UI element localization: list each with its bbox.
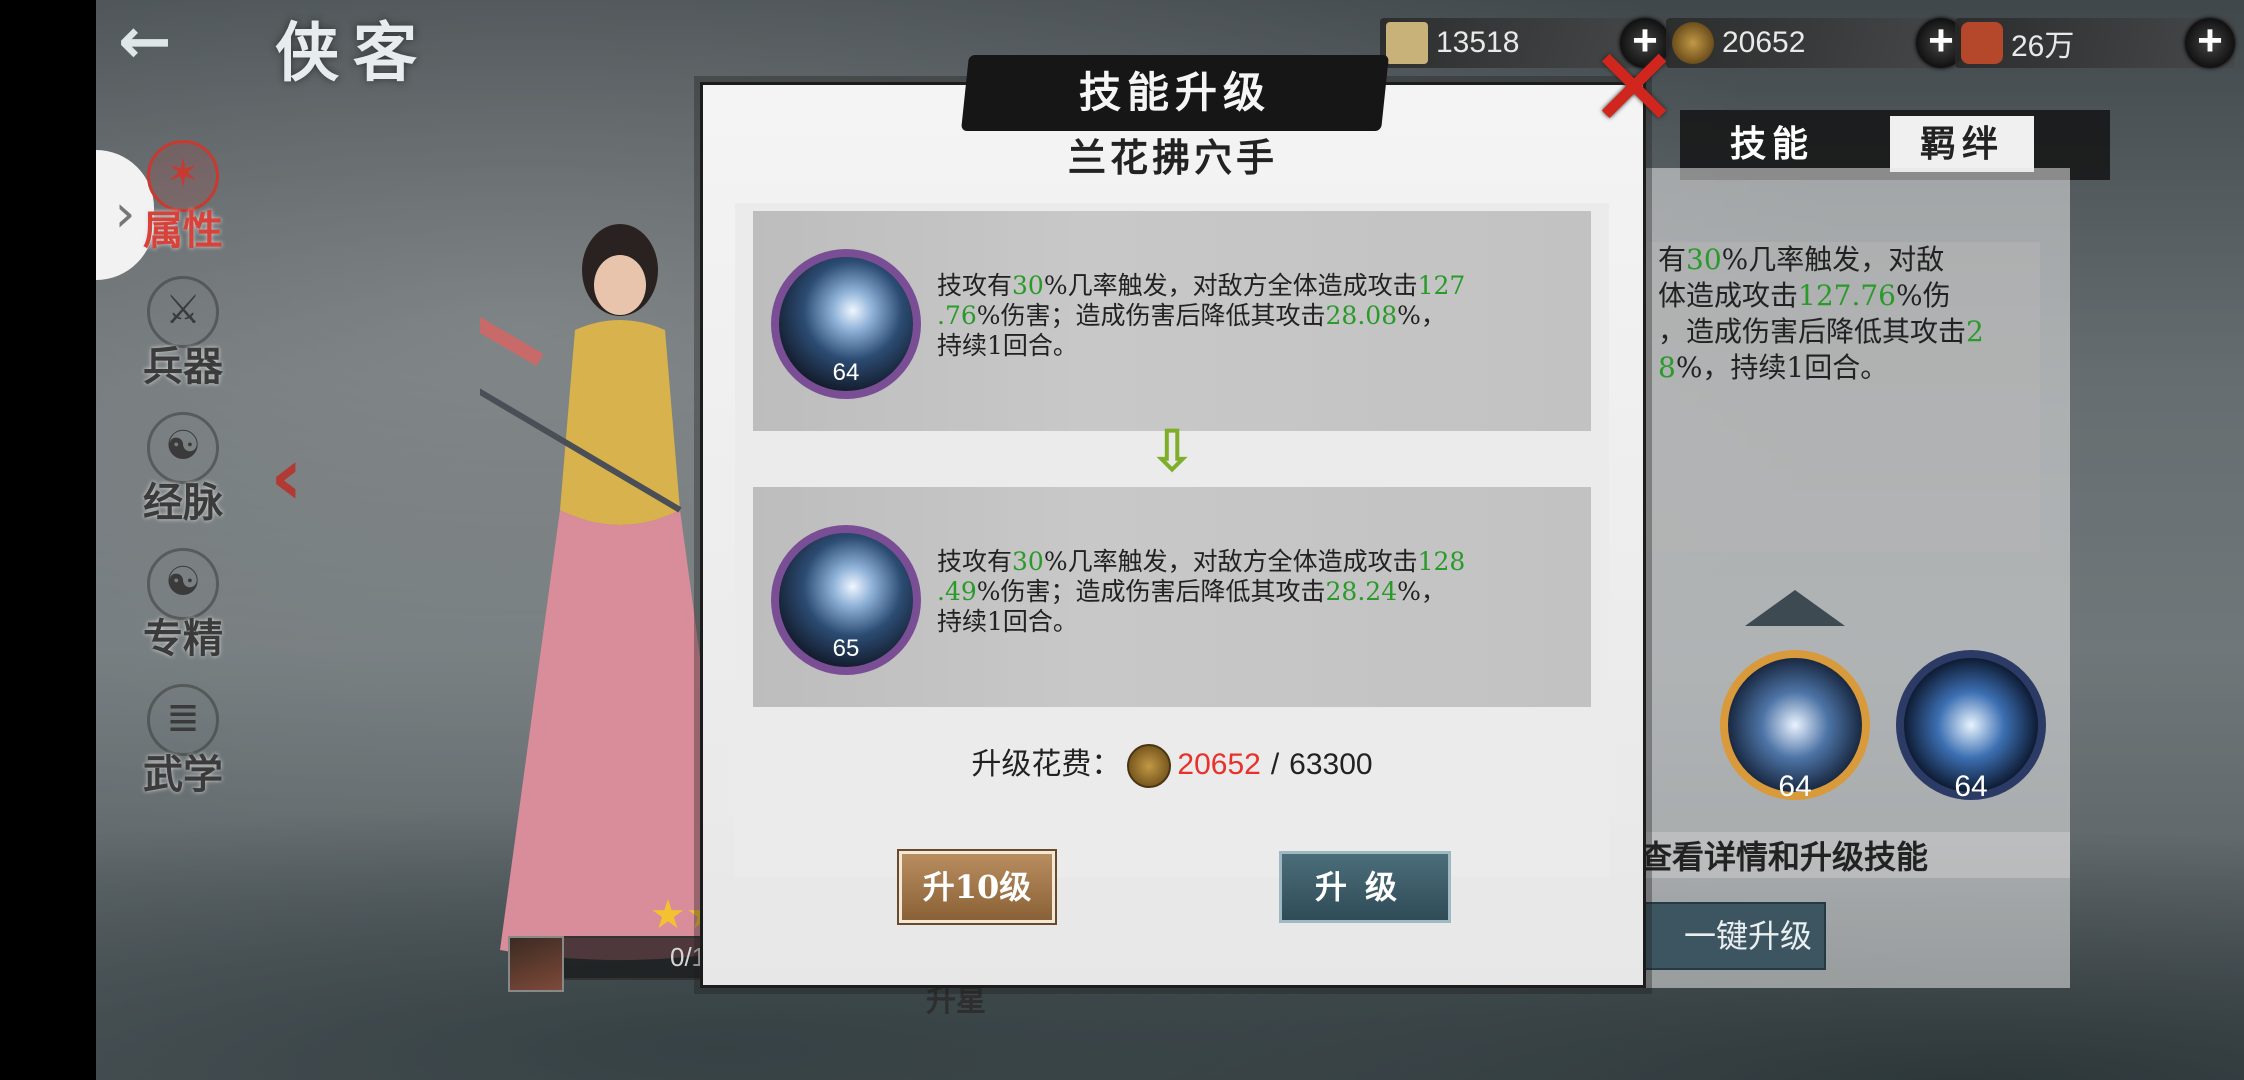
right-skill-icon[interactable]: 64 <box>1896 650 2046 803</box>
back-button[interactable]: ← <box>118 10 228 74</box>
skill-description: 技攻有30%几率触发，对敌方全体造成攻击127.76%伤害；造成伤害后降低其攻击… <box>937 271 1466 360</box>
gourd-value: 26万 <box>2011 30 2075 63</box>
skill-compare-area: 64 技攻有30%几率触发，对敌方全体造成攻击127.76%伤害；造成伤害后降低… <box>735 203 1609 877</box>
upgrade-button[interactable]: 升级 <box>1279 851 1451 923</box>
next-level-card: 65 技攻有30%几率触发，对敌方全体造成攻击128.49%伤害；造成伤害后降低… <box>753 487 1591 707</box>
tab-bonds[interactable]: 羁绊 <box>1890 116 2035 172</box>
upgrade-10-levels-button[interactable]: 升10级 <box>899 851 1055 923</box>
skill-level: 64 <box>1954 770 1988 803</box>
view-details-hint: 查看详情和升级技能 <box>1640 832 2070 878</box>
cost-separator: / <box>1270 748 1280 781</box>
coin-value: 20652 <box>1722 26 1806 59</box>
sidebar-item-label: 经脉 <box>143 479 223 526</box>
tab-skills[interactable]: 技能 <box>1730 116 1814 172</box>
sidebar-item-label: 武学 <box>143 751 223 798</box>
sidebar-item-meridian[interactable]: ☯ 经脉 <box>128 412 238 526</box>
page-title: 侠客 <box>275 16 431 91</box>
upgrade-cost-row: 升级花费： 20652 / 63300 <box>735 739 1609 788</box>
cost-need: 63300 <box>1289 748 1373 781</box>
current-level-card: 64 技攻有30%几率触发，对敌方全体造成攻击127.76%伤害；造成伤害后降低… <box>753 211 1591 431</box>
sidebar-item-label: 专精 <box>143 615 223 662</box>
resource-gourd: 26万 + <box>1955 18 2235 68</box>
skill-level: 65 <box>832 635 860 662</box>
selected-skill-caret <box>1745 590 1845 626</box>
right-skill-icon-selected[interactable]: 64 <box>1720 650 1870 803</box>
skill-upgrade-dialog: 技能升级 ✕ 兰花拂穴手 64 技攻有30%几率触发，对敌方全体造成攻击127.… <box>700 33 1680 988</box>
back-arrow-icon: ← <box>118 5 172 79</box>
down-arrow-icon: ⇩ <box>1147 417 1197 485</box>
close-button[interactable]: ✕ <box>1588 33 1680 143</box>
skill-description: 技攻有30%几率触发，对敌方全体造成攻击128.49%伤害；造成伤害后降低其攻击… <box>937 547 1466 636</box>
sidebar-item-martial-arts[interactable]: ≣ 武学 <box>128 684 238 798</box>
skill-level: 64 <box>1778 770 1812 803</box>
silver-ingot-icon <box>1386 22 1428 64</box>
dialog-title: 技能升级 <box>1078 68 1271 117</box>
right-skill-description: 有30%几率触发，对敌 体造成攻击127.76%伤 ，造成伤害后降低其攻击2 8… <box>1646 242 2040 552</box>
skill-level: 64 <box>832 359 860 386</box>
prev-character-arrow[interactable]: ‹ <box>270 430 303 523</box>
orchid-skill-icon: 65 <box>771 525 921 675</box>
sidebar-item-weapon[interactable]: ⚔ 兵器 <box>128 276 238 390</box>
skill-name: 兰花拂穴手 <box>1067 135 1278 180</box>
sidebar-item-mastery[interactable]: ☯ 专精 <box>128 548 238 662</box>
one-key-upgrade-button[interactable]: 一键升级 <box>1640 902 1826 970</box>
cost-label: 升级花费： <box>971 747 1122 782</box>
red-pouch-icon <box>1961 22 2003 64</box>
sidebar-item-label: 属性 <box>143 207 223 254</box>
character-avatar <box>508 936 564 992</box>
orchid-skill-icon: 64 <box>771 249 921 399</box>
sidebar-item-attributes[interactable]: ✶ 属性 <box>128 140 238 254</box>
add-gourd-button[interactable]: + <box>2185 18 2235 68</box>
resource-coin: 20652 + <box>1666 18 1966 68</box>
cost-have: 20652 <box>1177 748 1261 781</box>
sidebar-item-label: 兵器 <box>143 343 223 390</box>
copper-coin-icon <box>1127 744 1172 788</box>
